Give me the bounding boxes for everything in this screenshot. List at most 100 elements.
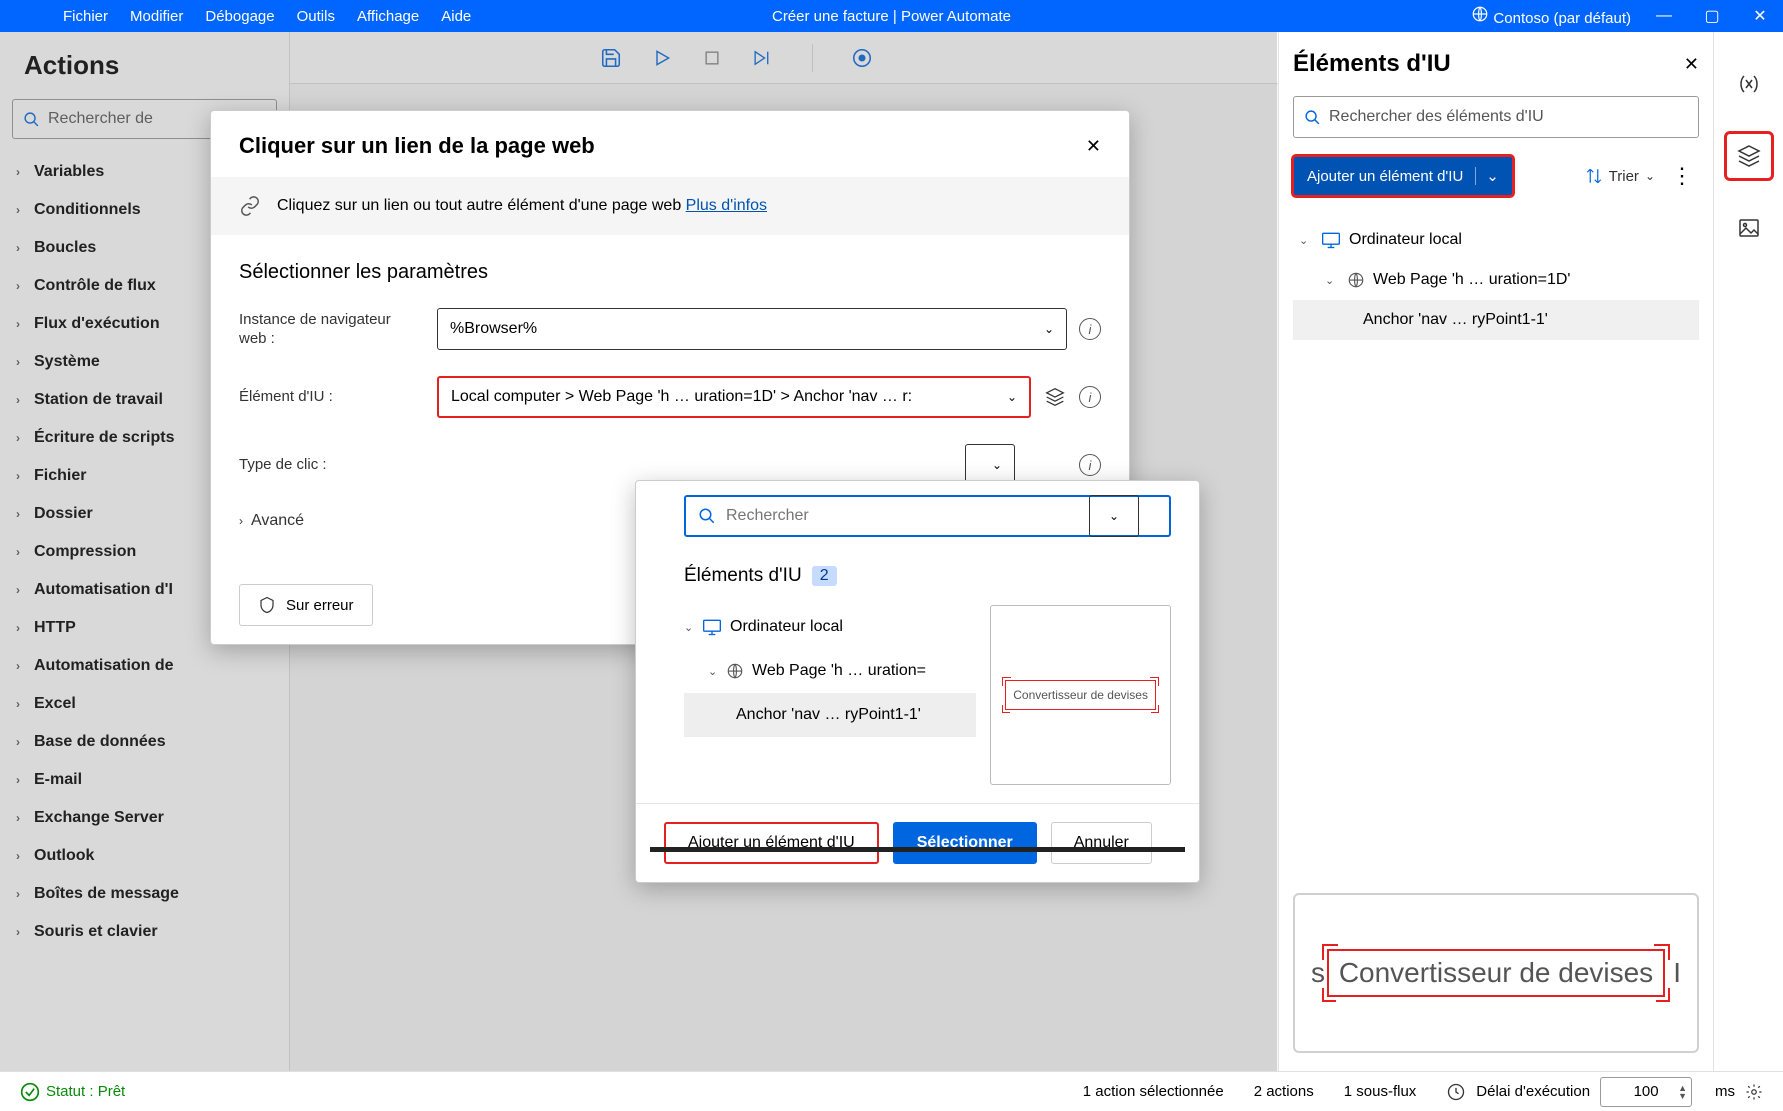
clock-icon xyxy=(1446,1082,1466,1102)
info-icon[interactable]: i xyxy=(1079,318,1101,340)
save-button[interactable] xyxy=(600,47,622,69)
delay-unit: ms xyxy=(1715,1083,1735,1100)
ui-elements-search[interactable]: Rechercher des éléments d'IU xyxy=(1293,96,1699,138)
picker-tree-root[interactable]: ⌄ Ordinateur local xyxy=(684,605,976,649)
dialog-info: Cliquez sur un lien ou tout autre élémen… xyxy=(211,177,1129,235)
info-icon[interactable]: i xyxy=(1079,454,1101,476)
layers-icon xyxy=(1045,387,1065,407)
picker-count: 2 xyxy=(812,566,837,586)
menu-view[interactable]: Affichage xyxy=(357,8,419,25)
step-button[interactable] xyxy=(752,48,774,68)
sort-button[interactable]: Trier ⌄ xyxy=(1585,167,1655,185)
picker-add-ui-element-button[interactable]: Ajouter un élément d'IU xyxy=(664,822,879,864)
right-icon-strip xyxy=(1713,32,1783,1071)
search-icon xyxy=(1304,109,1321,126)
picker-tree-anchor[interactable]: Anchor 'nav … ryPoint1-1' xyxy=(684,693,976,737)
ui-elements-panel: Éléments d'IU ✕ Rechercher des éléments … xyxy=(1278,32,1713,1071)
shield-icon xyxy=(258,596,276,614)
status-bar: Statut : Prêt 1 action sélectionnée 2 ac… xyxy=(0,1071,1783,1111)
menu-edit[interactable]: Modifier xyxy=(130,8,183,25)
status-total: 2 actions xyxy=(1254,1083,1314,1100)
globe-icon xyxy=(726,662,744,680)
menu-help[interactable]: Aide xyxy=(441,8,471,25)
status-selected: 1 action sélectionnée xyxy=(1083,1083,1224,1100)
environment-label[interactable]: Contoso (par défaut) xyxy=(1471,5,1631,27)
step-icon xyxy=(752,48,774,68)
info-icon[interactable]: i xyxy=(1079,386,1101,408)
ui-element-label: Élément d'IU : xyxy=(239,387,419,407)
menu-tools[interactable]: Outils xyxy=(297,8,335,25)
computer-icon xyxy=(1321,231,1341,249)
action-category[interactable]: ›Boîtes de message xyxy=(12,875,277,913)
globe-icon xyxy=(1471,5,1489,23)
ui-element-picker-icon[interactable] xyxy=(1043,387,1067,407)
browser-instance-combo[interactable]: %Browser%⌄ xyxy=(437,308,1067,350)
computer-icon xyxy=(702,618,722,636)
save-icon xyxy=(600,47,622,69)
action-category[interactable]: ›Exchange Server xyxy=(12,799,277,837)
window-title: Créer une facture | Power Automate xyxy=(772,8,1011,25)
ui-element-combo[interactable]: Local computer > Web Page 'h … uration=1… xyxy=(437,376,1031,418)
globe-icon xyxy=(1347,271,1365,289)
run-button[interactable] xyxy=(652,48,672,68)
record-button[interactable] xyxy=(851,47,873,69)
tree-anchor[interactable]: Anchor 'nav … ryPoint1-1' xyxy=(1293,300,1699,340)
sort-icon xyxy=(1585,167,1603,185)
ui-panel-close[interactable]: ✕ xyxy=(1684,54,1699,75)
ui-search-placeholder: Rechercher des éléments d'IU xyxy=(1329,108,1544,126)
picker-heading: Éléments d'IU xyxy=(684,565,802,587)
picker-select-button[interactable]: Sélectionner xyxy=(893,822,1037,864)
stop-icon xyxy=(702,48,722,68)
record-icon xyxy=(851,47,873,69)
picker-cancel-button[interactable]: Annuler xyxy=(1051,822,1152,864)
dialog-section-title: Sélectionner les paramètres xyxy=(239,261,1101,284)
ui-panel-title: Éléments d'IU xyxy=(1293,50,1451,78)
title-bar: Fichier Modifier Débogage Outils Afficha… xyxy=(0,0,1783,32)
action-category[interactable]: ›E-mail xyxy=(12,761,277,799)
search-icon xyxy=(23,111,40,128)
action-category[interactable]: ›Excel xyxy=(12,685,277,723)
ui-elements-pane-button[interactable] xyxy=(1727,134,1771,178)
settings-icon[interactable] xyxy=(1745,1083,1763,1101)
status-subflows: 1 sous-flux xyxy=(1344,1083,1417,1100)
minimize-button[interactable]: — xyxy=(1649,7,1679,25)
action-category[interactable]: ›Souris et clavier xyxy=(12,913,277,951)
ui-element-picker-popup: ⌄ Éléments d'IU 2 ⌄ Ordinateur local ⌄ W… xyxy=(635,480,1200,883)
close-button[interactable]: ✕ xyxy=(1745,6,1775,26)
browser-instance-label: Instance de navigateur web : xyxy=(239,310,419,349)
click-type-label: Type de clic : xyxy=(239,455,419,475)
images-pane-button[interactable] xyxy=(1727,206,1771,250)
action-category[interactable]: ›Automatisation de xyxy=(12,647,277,685)
check-circle-icon xyxy=(20,1082,40,1102)
more-menu[interactable]: ⋮ xyxy=(1665,163,1699,189)
dialog-close[interactable]: ✕ xyxy=(1086,136,1101,157)
layers-icon xyxy=(1737,144,1761,168)
tree-root[interactable]: ⌄ Ordinateur local xyxy=(1293,220,1699,260)
menu-file[interactable]: Fichier xyxy=(63,8,108,25)
tree-page[interactable]: ⌄ Web Page 'h … uration=1D' xyxy=(1293,260,1699,300)
action-category[interactable]: ›Base de données xyxy=(12,723,277,761)
on-error-button[interactable]: Sur erreur xyxy=(239,584,373,626)
chevron-down-icon[interactable]: ⌄ xyxy=(1475,167,1499,185)
link-icon xyxy=(239,195,261,217)
menu-debug[interactable]: Débogage xyxy=(205,8,274,25)
image-icon xyxy=(1737,216,1761,240)
actions-search-placeholder: Rechercher de xyxy=(48,110,153,128)
chevron-down-icon: ⌄ xyxy=(1645,169,1655,183)
delay-step-down[interactable]: ▼ xyxy=(1678,1092,1687,1100)
more-info-link[interactable]: Plus d'infos xyxy=(686,197,767,214)
status-ready: Statut : Prêt xyxy=(20,1082,125,1102)
add-ui-element-button[interactable]: Ajouter un élément d'IU ⌄ xyxy=(1293,156,1513,196)
maximize-button[interactable]: ▢ xyxy=(1697,6,1727,26)
action-category[interactable]: ›Outlook xyxy=(12,837,277,875)
search-icon xyxy=(698,507,716,525)
ui-element-preview: s Convertisseur de devises I xyxy=(1293,893,1699,1053)
variables-pane-button[interactable] xyxy=(1727,62,1771,106)
dialog-title: Cliquer sur un lien de la page web xyxy=(239,133,595,159)
toolbar-separator xyxy=(812,44,813,72)
stop-button[interactable] xyxy=(702,48,722,68)
variables-icon xyxy=(1737,72,1761,96)
click-type-dropdown-btn[interactable]: ⌄ xyxy=(1089,495,1139,537)
play-icon xyxy=(652,48,672,68)
picker-tree-page[interactable]: ⌄ Web Page 'h … uration= xyxy=(684,649,976,693)
